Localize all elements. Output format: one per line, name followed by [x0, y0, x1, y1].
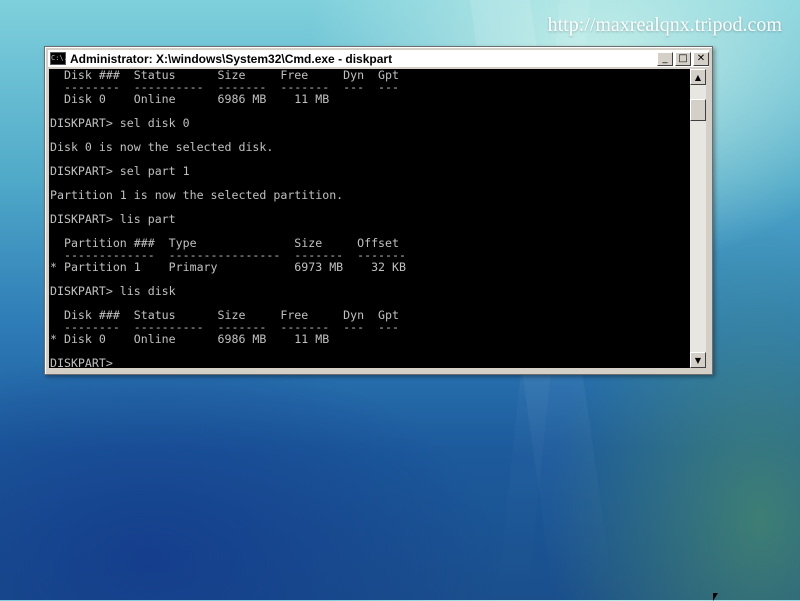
close-button[interactable]: ✕ — [693, 51, 709, 66]
scroll-up-icon: ▲ — [694, 72, 702, 82]
console-line: DISKPART> lis disk — [50, 284, 176, 298]
console-line: Disk 0 Online 6986 MB 11 MB — [50, 92, 330, 106]
console-output[interactable]: Disk ### Status Size Free Dyn Gpt ------… — [49, 69, 690, 368]
close-icon: ✕ — [696, 52, 706, 64]
console-line: * Partition 1 Primary 6973 MB 32 KB — [50, 260, 406, 274]
watermark-url: http://maxrealqnx.tripod.com — [547, 14, 782, 36]
minimize-icon: _ — [662, 52, 668, 64]
console-line: * Disk 0 Online 6986 MB 11 MB — [50, 332, 330, 346]
console-line: DISKPART> lis part — [50, 212, 176, 226]
cmd-window: C:\. Administrator: X:\windows\System32\… — [44, 46, 713, 375]
scroll-thumb[interactable] — [690, 99, 706, 121]
scroll-down-button[interactable]: ▼ — [690, 352, 706, 368]
minimize-button[interactable]: _ — [657, 51, 673, 66]
console-line: Disk 0 is now the selected disk. — [50, 140, 274, 154]
scroll-up-button[interactable]: ▲ — [690, 69, 706, 85]
maximize-button[interactable]: □ — [675, 51, 691, 66]
console-line: DISKPART> sel part 1 — [50, 164, 190, 178]
console-icon[interactable]: C:\. — [50, 52, 68, 65]
title-bar[interactable]: C:\. Administrator: X:\windows\System32\… — [48, 50, 709, 67]
console-line: DISKPART> — [50, 356, 113, 368]
window-title: Administrator: X:\windows\System32\Cmd.e… — [70, 51, 393, 66]
scroll-down-icon: ▼ — [694, 355, 702, 365]
maximize-icon: □ — [678, 52, 688, 64]
console-text: Disk ### Status Size Free Dyn Gpt ------… — [49, 69, 690, 368]
vertical-scrollbar[interactable]: ▲ ▼ — [690, 69, 706, 368]
console-line: DISKPART> sel disk 0 — [50, 116, 190, 130]
console-line: Partition 1 is now the selected partitio… — [50, 188, 344, 202]
